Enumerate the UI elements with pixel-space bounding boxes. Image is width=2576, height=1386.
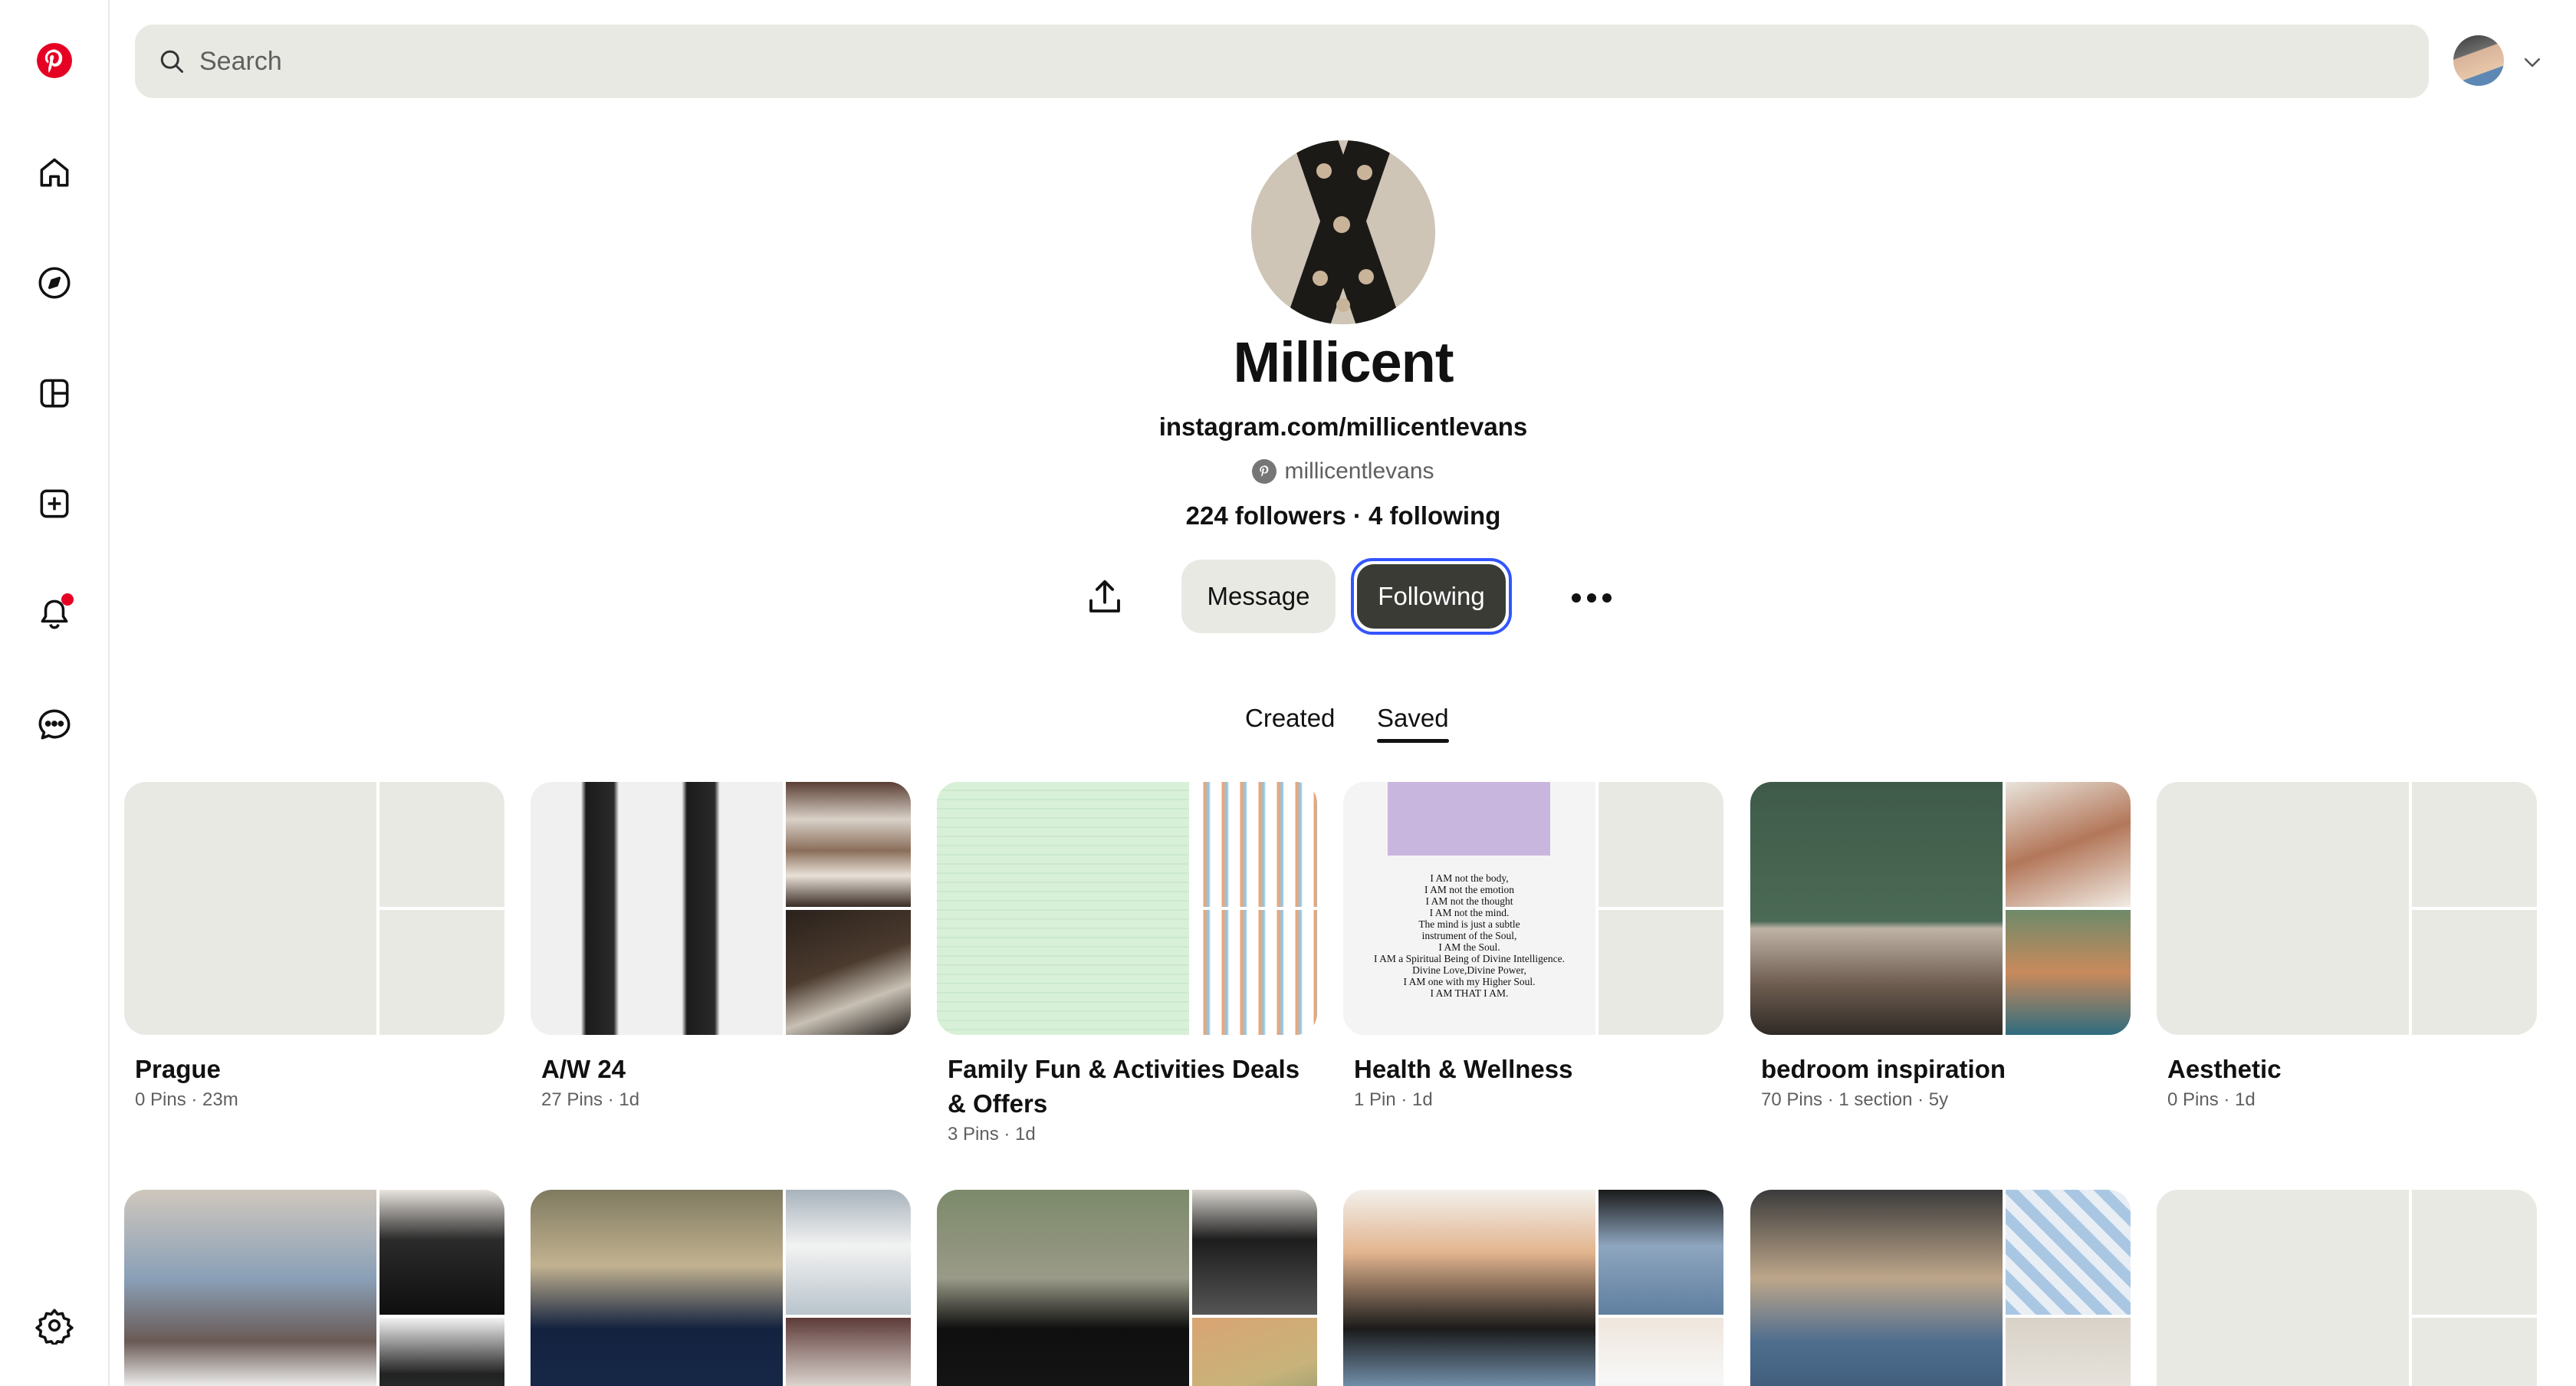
pinterest-small-icon — [1252, 459, 1277, 484]
board-cover-image — [786, 1190, 911, 1315]
board-cover — [1343, 1190, 1723, 1386]
board-meta: 3 Pins · 1d — [948, 1124, 1036, 1145]
board-cover-image — [786, 782, 911, 907]
board-meta: 0 Pins · 23m — [135, 1089, 238, 1110]
profile-handle: millicentlevans — [1012, 458, 1674, 484]
message-button[interactable]: Message — [1181, 560, 1336, 633]
board-cover: I AM not the body, I AM not the emotion I … — [1343, 782, 1723, 1035]
board-title: Aesthetic — [2167, 1055, 2282, 1083]
board-title: Prague — [135, 1055, 221, 1083]
board-card[interactable]: Prague 0 Pins · 23m — [124, 782, 504, 1111]
tab-saved[interactable]: Saved — [1377, 704, 1449, 733]
notification-badge — [61, 593, 74, 606]
board-card[interactable] — [1750, 1190, 2131, 1386]
health-quote: I AM not the body, I AM not the emotion I … — [1374, 872, 1565, 999]
share-icon — [1089, 580, 1120, 613]
sidebar — [0, 0, 110, 1386]
board-card[interactable] — [2157, 1190, 2537, 1386]
profile-name: Millicent — [1233, 330, 1454, 394]
board-cover-image — [786, 910, 911, 1035]
board-cover-image — [2006, 910, 2131, 1035]
board-card[interactable] — [124, 1190, 504, 1386]
notifications-icon[interactable] — [28, 587, 81, 641]
profile-avatar — [1251, 140, 1435, 324]
board-card[interactable] — [937, 1190, 1317, 1386]
search-bar[interactable] — [135, 25, 2429, 98]
chevron-down-icon[interactable] — [2521, 51, 2544, 74]
create-icon[interactable] — [28, 477, 81, 530]
board-cover-image — [1192, 782, 1317, 907]
board-cover — [937, 1190, 1317, 1386]
board-cover-image — [937, 1190, 1189, 1386]
board-meta: 1 Pin · 1d — [1354, 1089, 1433, 1110]
tab-created[interactable]: Created — [1245, 704, 1335, 733]
board-cover-image — [1192, 1318, 1317, 1386]
board-card[interactable]: Family Fun & Activities Deals & Offers 3… — [937, 782, 1317, 1145]
board-cover-image — [937, 782, 1189, 1035]
board-cover-image — [531, 1190, 783, 1386]
profile-handle-text: millicentlevans — [1284, 458, 1434, 484]
board-cover-image — [1598, 1190, 1723, 1315]
board-title: A/W 24 — [541, 1055, 626, 1083]
pinterest-logo-icon[interactable] — [28, 34, 81, 87]
board-card[interactable]: Aesthetic 0 Pins · 1d — [2157, 782, 2537, 1111]
board-cover — [531, 782, 911, 1035]
board-card[interactable]: bedroom inspiration 70 Pins · 1 section … — [1750, 782, 2131, 1111]
share-button[interactable] — [1078, 563, 1132, 632]
board-cover-image — [531, 782, 783, 1035]
board-card[interactable]: I AM not the body, I AM not the emotion I … — [1343, 782, 1723, 1111]
board-meta: 27 Pins · 1d — [541, 1089, 640, 1110]
board-card[interactable]: A/W 24 27 Pins · 1d — [531, 782, 911, 1111]
follower-stats[interactable]: 224 followers · 4 following — [1012, 501, 1674, 530]
board-cover-image — [1750, 1190, 2003, 1386]
search-icon — [160, 50, 183, 73]
board-cover-image — [1750, 782, 2003, 1035]
board-title: Family Fun & Activities Deals & Offers — [948, 1055, 1300, 1118]
board-cover-image — [2006, 1318, 2131, 1386]
meditation-illustration — [1388, 782, 1550, 856]
home-icon[interactable] — [28, 146, 81, 199]
messages-icon[interactable] — [28, 698, 81, 751]
board-cover-image: I AM not the body, I AM not the emotion I … — [1343, 782, 1595, 1035]
board-cover-image — [1192, 1190, 1317, 1315]
board-cover — [1750, 782, 2131, 1035]
board-cover — [1750, 1190, 2131, 1386]
board-cover-image — [2006, 782, 2131, 907]
board-card[interactable] — [1343, 1190, 1723, 1386]
board-cover — [2157, 782, 2537, 1035]
following-button-label: Following — [1357, 564, 1506, 629]
account-avatar[interactable] — [2453, 35, 2504, 86]
settings-icon[interactable] — [28, 1299, 81, 1352]
boards-icon[interactable] — [28, 366, 81, 420]
board-cover-image — [1598, 1318, 1723, 1386]
board-cover — [531, 1190, 911, 1386]
tab-active-underline — [1377, 739, 1449, 743]
profile-website-link[interactable]: instagram.com/millicentlevans — [1012, 412, 1674, 442]
board-cover-image — [380, 1190, 504, 1315]
following-button[interactable]: Following — [1351, 558, 1512, 635]
board-cover — [124, 1190, 504, 1386]
board-cover — [2157, 1190, 2537, 1386]
board-title: Health & Wellness — [1354, 1055, 1573, 1083]
board-cover-image — [1343, 1190, 1595, 1386]
explore-icon[interactable] — [28, 256, 81, 310]
board-cover-image — [124, 1190, 376, 1386]
board-cover-image — [1192, 910, 1317, 1035]
board-title: bedroom inspiration — [1761, 1055, 2006, 1083]
board-cover — [124, 782, 504, 1035]
board-card[interactable] — [531, 1190, 911, 1386]
board-cover-image — [2006, 1190, 2131, 1315]
board-cover-image — [380, 1318, 504, 1386]
board-meta: 70 Pins · 1 section · 5y — [1761, 1089, 1949, 1110]
board-cover-image — [786, 1318, 911, 1386]
more-icon[interactable] — [1561, 567, 1622, 629]
board-cover — [937, 782, 1317, 1035]
search-input[interactable] — [199, 46, 2346, 77]
board-meta: 0 Pins · 1d — [2167, 1089, 2256, 1110]
